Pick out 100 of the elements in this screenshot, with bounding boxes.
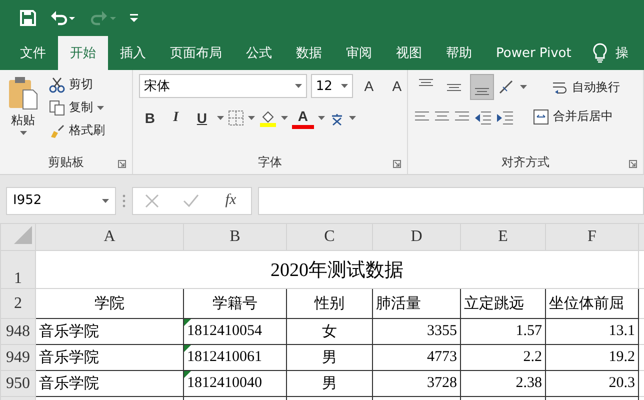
vertical-align-bottom-button[interactable] <box>470 74 494 100</box>
caret-icon <box>340 84 348 88</box>
caret-icon <box>216 116 224 120</box>
column-heading-cell: 肺活量 <box>372 288 460 318</box>
ribbon-tab[interactable]: 数据 <box>284 36 334 70</box>
table-cell: 男 <box>286 344 372 370</box>
caret-icon <box>97 106 104 110</box>
fill-color-icon[interactable] <box>258 109 277 127</box>
column-header[interactable]: C <box>286 224 372 250</box>
table-cell: 1.57 <box>460 318 546 344</box>
ribbon-tab[interactable]: 文件 <box>8 36 58 70</box>
column-header[interactable]: F <box>546 224 638 250</box>
ribbon-tab[interactable]: 插入 <box>108 36 158 70</box>
undo-icon[interactable] <box>50 10 76 26</box>
font-size-field[interactable]: 12 <box>310 74 353 98</box>
table-cell: 2.2 <box>460 344 546 370</box>
caret-icon <box>102 198 109 202</box>
merge-cells-icon <box>532 108 549 124</box>
caret-icon <box>318 116 325 120</box>
scissors-icon <box>49 76 65 92</box>
cut-button[interactable]: 剪切 <box>46 74 108 95</box>
formula-input[interactable] <box>258 186 644 214</box>
ribbon-tab[interactable]: Power Pivot <box>484 36 584 70</box>
align-lines-icon <box>418 78 434 86</box>
column-header[interactable]: E <box>460 224 546 250</box>
column-heading-cell: 学籍号 <box>184 288 286 318</box>
ribbon-tab[interactable]: 帮助 <box>434 36 484 70</box>
font-name-field[interactable]: 宋体 <box>138 74 307 98</box>
borders-icon[interactable] <box>228 110 244 126</box>
increase-indent-icon[interactable] <box>496 108 514 124</box>
insert-function-button[interactable]: fx <box>222 190 240 211</box>
caret-icon <box>20 131 26 135</box>
italic-button[interactable]: I <box>164 106 187 130</box>
caret-icon <box>280 116 288 120</box>
dialog-launcher-icon[interactable] <box>392 160 401 168</box>
ribbon-tab[interactable]: 公式 <box>234 36 284 70</box>
grow-font-button[interactable]: A <box>356 74 381 98</box>
merge-center-button[interactable]: 合并后居中 <box>530 106 616 127</box>
align-lines-icon <box>446 83 462 91</box>
row-header[interactable]: 949 <box>0 344 36 370</box>
ribbon-tab[interactable]: 视图 <box>384 36 434 70</box>
table-cell: 男 <box>286 370 372 396</box>
table-cell: 1812410061 <box>184 344 286 370</box>
dialog-launcher-icon[interactable] <box>118 160 126 168</box>
caret-icon <box>520 85 527 89</box>
column-heading-cell: 学院 <box>36 288 184 318</box>
column-header[interactable]: D <box>372 224 460 250</box>
copy-icon <box>49 100 65 116</box>
ribbon-tab[interactable]: 审阅 <box>334 36 384 70</box>
copy-button[interactable]: 复制 <box>46 97 108 118</box>
ribbon-tab[interactable]: 页面布局 <box>158 36 234 70</box>
format-painter-button[interactable]: 格式刷 <box>46 120 108 141</box>
table-cell: 3728 <box>372 370 460 396</box>
grip-icon <box>122 194 126 208</box>
error-indicator-icon[interactable] <box>184 372 191 378</box>
wrap-text-button[interactable]: 自动换行 <box>548 76 623 98</box>
align-lines-icon <box>474 87 490 95</box>
sheet-title: 2020年测试数据 <box>36 250 638 288</box>
underline-button[interactable]: U <box>190 106 213 130</box>
font-color-button[interactable]: A <box>292 107 314 129</box>
column-heading-cell: 立定跳远 <box>460 288 546 318</box>
table-cell: 音乐学院 <box>36 318 184 344</box>
table-cell: 3355 <box>372 318 460 344</box>
save-icon[interactable] <box>20 10 36 26</box>
caret-icon <box>248 116 255 120</box>
customize-icon[interactable] <box>130 14 138 22</box>
lightbulb-icon[interactable] <box>593 43 608 63</box>
table-cell: 13.1 <box>546 318 638 344</box>
dialog-launcher-icon[interactable] <box>629 160 637 168</box>
caret-icon <box>294 84 302 88</box>
table-cell: 2.38 <box>460 370 546 396</box>
shrink-font-button[interactable]: A <box>384 74 409 98</box>
ribbon-tab[interactable]: 开始 <box>58 36 108 70</box>
row-header[interactable]: 948 <box>0 318 36 344</box>
group-label: 字体 <box>258 154 282 170</box>
table-cell: 1812410040 <box>184 370 286 396</box>
bold-button[interactable]: B <box>138 106 161 130</box>
table-cell: 音乐学院 <box>36 344 184 370</box>
error-indicator-icon[interactable] <box>184 346 191 352</box>
table-cell: 4773 <box>372 344 460 370</box>
column-header[interactable]: A <box>36 224 184 250</box>
error-indicator-icon[interactable] <box>184 320 191 326</box>
table-cell: 1812410054 <box>184 318 286 344</box>
group-label: 剪贴板 <box>48 154 84 170</box>
decrease-indent-icon[interactable] <box>474 108 492 124</box>
column-heading-cell: 性别 <box>286 288 372 318</box>
table-cell: 19.2 <box>546 344 638 370</box>
row-header[interactable]: 950 <box>0 370 36 396</box>
tell-me-label[interactable]: 操 <box>615 44 628 62</box>
column-header[interactable]: B <box>184 224 286 250</box>
table-cell: 女 <box>286 318 372 344</box>
row-header[interactable]: 2 <box>0 288 36 318</box>
column-heading-cell: 坐位体前屈 <box>546 288 638 318</box>
group-label: 对齐方式 <box>501 154 550 170</box>
table-cell: 20.3 <box>546 370 638 396</box>
table-cell: 音乐学院 <box>36 370 184 396</box>
clipboard-icon <box>8 76 38 110</box>
name-box[interactable]: I952 <box>6 186 116 214</box>
paste-button[interactable]: 粘贴 <box>6 74 40 150</box>
row-header[interactable]: 1 <box>0 250 36 288</box>
